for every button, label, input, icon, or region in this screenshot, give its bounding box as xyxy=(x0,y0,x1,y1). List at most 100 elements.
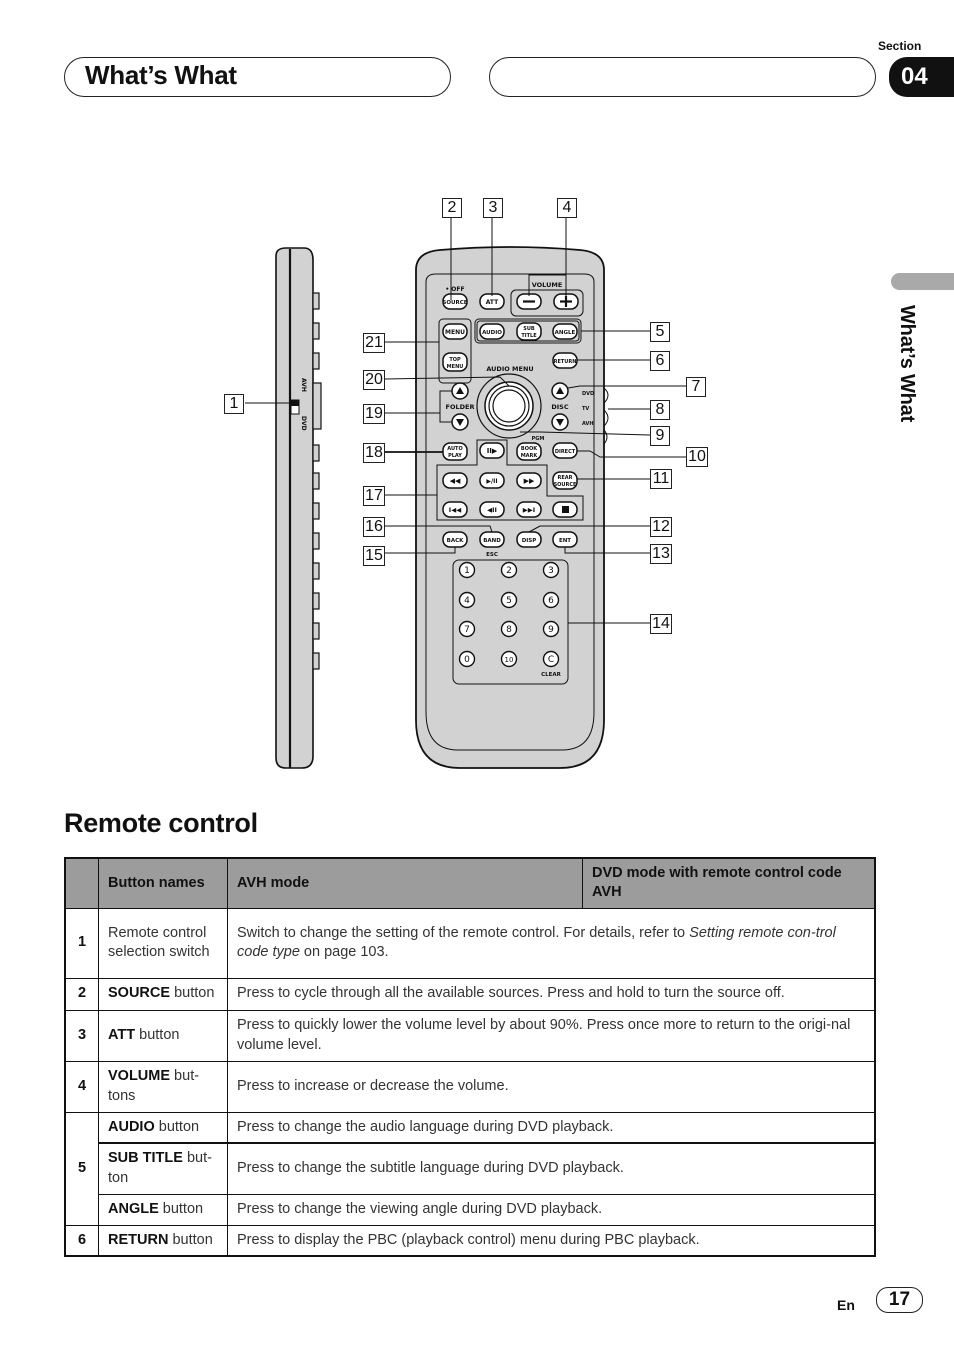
rewind-button[interactable]: ◀◀ xyxy=(442,472,468,489)
slow-play-button[interactable]: II▶ xyxy=(479,442,505,459)
disc-up-button[interactable] xyxy=(551,382,569,400)
keypad-button-6[interactable]: 6 xyxy=(542,591,560,609)
keypad-button-0[interactable]: 0 xyxy=(458,650,476,668)
next-track-button[interactable]: ▶▶I xyxy=(516,501,542,518)
header-dvd-mode: DVD mode with remote control code AVH xyxy=(582,857,876,909)
callout-16: 16 xyxy=(363,517,385,537)
remote-illustration: .rl { font-family:"DejaVu Sans", sans-se… xyxy=(245,216,686,769)
top-menu-button[interactable]: TOPMENU xyxy=(442,352,468,372)
svg-text:I◀◀: I◀◀ xyxy=(449,506,461,514)
header-number xyxy=(64,857,99,909)
svg-text:SUB: SUB xyxy=(523,326,535,332)
callout-5: 5 xyxy=(650,322,670,342)
fast-forward-button[interactable]: ▶▶ xyxy=(516,472,542,489)
keypad-label: C xyxy=(548,655,554,665)
svg-text:BACK: BACK xyxy=(447,538,464,544)
back-button[interactable]: BACK xyxy=(442,531,468,548)
svg-text:DISP: DISP xyxy=(522,538,537,544)
keypad-button-9[interactable]: 9 xyxy=(542,620,560,638)
svg-text:TITLE: TITLE xyxy=(521,333,537,339)
auto-play-button[interactable]: AUTOPLAY xyxy=(442,442,468,461)
disc-down-button[interactable] xyxy=(551,413,569,431)
keypad-button-2[interactable]: 2 xyxy=(500,561,518,579)
angle-button[interactable]: ANGLE xyxy=(552,323,578,340)
direct-button[interactable]: DIRECT xyxy=(552,442,578,459)
keypad-button-3[interactable]: 3 xyxy=(542,561,560,579)
callout-2: 2 xyxy=(442,198,462,218)
table-row: SUB TITLE but-ton Press to change the su… xyxy=(65,1142,876,1195)
folder-down-button[interactable] xyxy=(451,413,469,431)
side-dvd-label: DVD xyxy=(300,416,307,431)
disp-button[interactable]: DISP xyxy=(516,531,542,548)
ent-button[interactable]: ENT xyxy=(552,531,578,548)
button-description: Press to increase or decrease the volume… xyxy=(227,1060,876,1113)
pgm-label: PGM xyxy=(532,436,545,442)
keypad-label: 6 xyxy=(548,596,554,606)
keypad-label: 10 xyxy=(505,656,514,664)
button-name: ANGLE button xyxy=(98,1193,228,1226)
table-row: 3 ATT button Press to quickly lower the … xyxy=(64,1009,876,1062)
svg-text:◀◀: ◀◀ xyxy=(450,477,461,485)
table-row: 2 SOURCE button Press to cycle through a… xyxy=(64,977,876,1011)
keypad-button-1[interactable]: 1 xyxy=(458,561,476,579)
callout-9: 9 xyxy=(650,426,670,446)
svg-text:▶/II: ▶/II xyxy=(486,478,497,485)
svg-text:▶▶I: ▶▶I xyxy=(523,506,535,514)
button-description: Press to cycle through all the available… xyxy=(227,977,876,1011)
svg-text:TOP: TOP xyxy=(449,357,461,363)
svg-text:AUDIO: AUDIO xyxy=(482,330,502,336)
step-back-button[interactable]: ◀II xyxy=(479,501,505,518)
row-number: 2 xyxy=(64,977,99,1011)
folder-up-button[interactable] xyxy=(451,382,469,400)
volume-plus-button[interactable] xyxy=(553,293,579,310)
att-button[interactable]: ATT xyxy=(479,293,505,310)
rear-source-button[interactable]: REARSOURCE xyxy=(552,471,578,490)
callout-13: 13 xyxy=(650,544,672,564)
svg-text:MENU: MENU xyxy=(445,329,465,336)
volume-minus-button[interactable] xyxy=(516,293,542,310)
language-indicator: En xyxy=(837,1297,855,1313)
svg-text:SOURCE: SOURCE xyxy=(554,482,577,488)
table-row: 4 VOLUME but-tons Press to increase or d… xyxy=(64,1060,876,1113)
keypad-button-5[interactable]: 5 xyxy=(500,591,518,609)
bookmark-button[interactable]: BOOKMARK xyxy=(516,442,542,461)
tv-mode-label: TV xyxy=(582,406,589,412)
menu-button[interactable]: MENU xyxy=(442,323,468,340)
side-avh-label: AVH xyxy=(300,378,307,392)
sub-title-button[interactable]: SUBTITLE xyxy=(516,322,542,341)
callout-19: 19 xyxy=(363,404,385,424)
button-name: Remote control selection switch xyxy=(98,907,228,979)
svg-text:SOURCE: SOURCE xyxy=(442,300,467,306)
remote-front-view: VOLUME • OFF SOURCE ATT MENU TOPMENU AUD… xyxy=(415,246,609,769)
source-button[interactable]: SOURCE xyxy=(442,293,468,310)
keypad-button-7[interactable]: 7 xyxy=(458,620,476,638)
keypad-button-c[interactable]: C xyxy=(542,650,560,668)
keypad-label: 8 xyxy=(506,625,512,635)
band-button[interactable]: BAND xyxy=(479,531,505,548)
keypad-button-10[interactable]: 10 xyxy=(500,650,518,668)
page-number: 17 xyxy=(876,1287,923,1313)
callout-3: 3 xyxy=(483,198,503,218)
svg-text:BOOK: BOOK xyxy=(521,446,538,452)
stop-button[interactable] xyxy=(552,501,578,518)
svg-text:II▶: II▶ xyxy=(487,447,498,455)
off-label: • OFF xyxy=(445,286,464,293)
audio-button[interactable]: AUDIO xyxy=(479,323,505,340)
row-number: 1 xyxy=(64,907,99,979)
audio-menu-joystick[interactable] xyxy=(476,373,542,439)
button-name: VOLUME but-tons xyxy=(98,1060,228,1113)
callout-21: 21 xyxy=(363,333,385,353)
keypad-button-4[interactable]: 4 xyxy=(458,591,476,609)
keypad-label: 9 xyxy=(548,625,554,635)
previous-track-button[interactable]: I◀◀ xyxy=(442,501,468,518)
clear-label: CLEAR xyxy=(541,672,562,678)
header-button-names: Button names xyxy=(98,857,228,909)
button-name: SUB TITLE but-ton xyxy=(98,1142,228,1195)
keypad-button-8[interactable]: 8 xyxy=(500,620,518,638)
callout-4: 4 xyxy=(557,198,577,218)
volume-label: VOLUME xyxy=(532,281,563,289)
play-pause-button[interactable]: ▶/II xyxy=(479,472,505,489)
row-number: 6 xyxy=(64,1224,99,1257)
callout-12: 12 xyxy=(650,517,672,537)
return-button[interactable]: RETURN xyxy=(552,352,578,369)
